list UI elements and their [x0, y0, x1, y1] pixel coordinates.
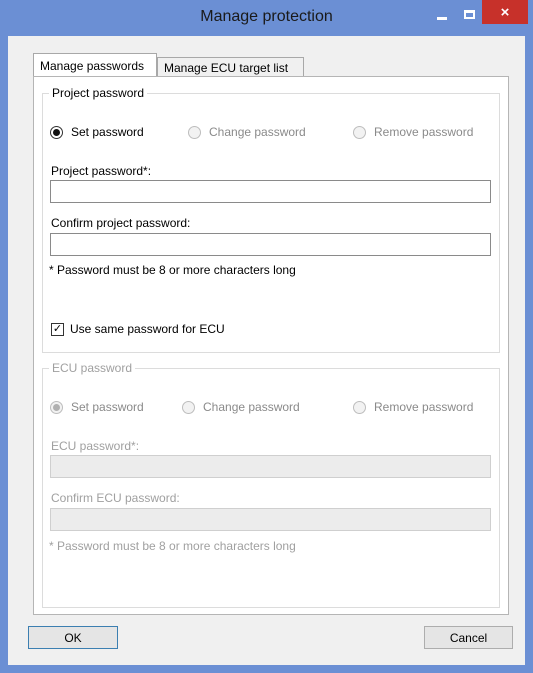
project-remove-password-radio[interactable]: Remove password [353, 125, 473, 139]
ecu-password-hint: * Password must be 8 or more characters … [49, 539, 296, 553]
maximize-button[interactable] [456, 2, 482, 26]
radio-unselected-icon [182, 400, 195, 414]
radio-unselected-icon [353, 125, 366, 139]
ecu-remove-password-label: Remove password [374, 400, 474, 414]
confirm-ecu-password-label: Confirm ECU password: [51, 491, 180, 505]
close-icon: × [500, 3, 510, 21]
use-same-password-checkbox[interactable]: ✓ Use same password for ECU [51, 322, 225, 336]
use-same-password-label: Use same password for ECU [70, 322, 225, 336]
ecu-set-password-radio[interactable]: Set password [50, 400, 144, 414]
tab-panel-manage-passwords: Project password Set password Change pas… [33, 76, 509, 615]
project-change-password-radio[interactable]: Change password [188, 125, 306, 139]
maximize-icon [463, 9, 475, 19]
ecu-remove-password-radio[interactable]: Remove password [353, 400, 473, 414]
ecu-password-group: ECU password Set password Change passwor… [42, 361, 500, 608]
tab-manage-passwords[interactable]: Manage passwords [33, 53, 157, 76]
project-password-hint: * Password must be 8 or more characters … [49, 263, 296, 277]
ecu-password-group-title: ECU password [49, 361, 136, 375]
minimize-button[interactable] [428, 2, 456, 26]
ecu-set-password-label: Set password [71, 400, 144, 414]
ok-button[interactable]: OK [28, 626, 118, 649]
project-password-group-title: Project password [49, 86, 148, 100]
project-change-password-label: Change password [209, 125, 306, 139]
radio-selected-icon [50, 400, 63, 414]
close-button[interactable]: × [482, 0, 528, 24]
confirm-project-password-label: Confirm project password: [51, 216, 191, 230]
radio-selected-icon [50, 125, 63, 139]
confirm-project-password-input[interactable] [50, 233, 491, 256]
project-remove-password-label: Remove password [374, 125, 474, 139]
ecu-change-password-label: Change password [203, 400, 300, 414]
checkbox-checked-icon: ✓ [51, 322, 64, 336]
cancel-button[interactable]: Cancel [424, 626, 513, 649]
dialog-window: Manage protection × Manage passwords Man… [0, 0, 533, 673]
radio-unselected-icon [353, 400, 366, 414]
project-password-label: Project password*: [51, 164, 152, 178]
dialog-client-area: Manage passwords Manage ECU target list … [8, 36, 525, 665]
ecu-password-input[interactable] [50, 455, 491, 478]
tab-manage-ecu-target-list[interactable]: Manage ECU target list [157, 57, 304, 77]
project-set-password-radio[interactable]: Set password [50, 125, 144, 139]
radio-unselected-icon [188, 125, 201, 139]
project-set-password-label: Set password [71, 125, 144, 139]
ecu-password-label: ECU password*: [51, 439, 140, 453]
title-bar[interactable]: Manage protection × [0, 0, 533, 36]
minimize-icon [437, 16, 447, 20]
project-password-group: Project password Set password Change pas… [42, 86, 500, 353]
confirm-ecu-password-input[interactable] [50, 508, 491, 531]
ecu-change-password-radio[interactable]: Change password [182, 400, 300, 414]
project-password-input[interactable] [50, 180, 491, 203]
